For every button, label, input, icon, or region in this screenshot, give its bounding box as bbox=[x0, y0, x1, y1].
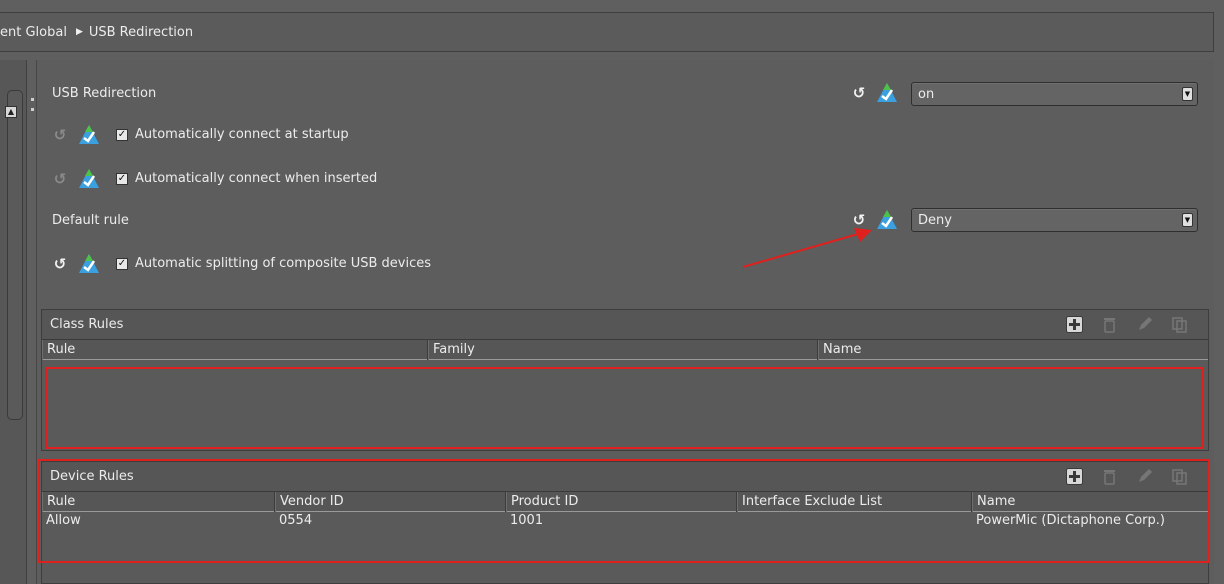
copy-icon bbox=[1172, 317, 1187, 333]
class-rules-column-headers: Rule Family Name bbox=[42, 340, 1208, 360]
default-rule-select[interactable]: Deny ▼ bbox=[911, 208, 1198, 232]
trash-icon bbox=[1104, 318, 1115, 333]
column-header-family[interactable]: Family bbox=[428, 340, 818, 360]
column-header-name[interactable]: Name bbox=[818, 340, 1206, 360]
inherit-arrow-icon[interactable] bbox=[78, 253, 100, 275]
breadcrumb-current: USB Redirection bbox=[88, 24, 194, 40]
splitter-handle-dot[interactable] bbox=[31, 98, 34, 101]
auto-connect-inserted-checkbox[interactable]: ✓ bbox=[116, 173, 128, 185]
auto-split-composite-label: Automatic splitting of composite USB dev… bbox=[135, 256, 432, 271]
reset-icon: ↺ bbox=[53, 170, 67, 188]
class-rules-title: Class Rules bbox=[50, 317, 124, 332]
usb-redirection-label: USB Redirection bbox=[52, 86, 157, 101]
annotation-highlight-box bbox=[45, 367, 1203, 449]
annotation-highlight-box bbox=[38, 459, 1210, 563]
inherit-arrow-icon[interactable] bbox=[78, 124, 100, 146]
inherit-arrow-icon[interactable] bbox=[876, 82, 898, 104]
pencil-icon bbox=[1139, 317, 1152, 330]
auto-connect-startup-checkbox[interactable]: ✓ bbox=[116, 129, 128, 141]
column-header-rule[interactable]: Rule bbox=[42, 340, 428, 360]
auto-split-composite-checkbox[interactable]: ✓ bbox=[116, 258, 128, 270]
usb-redirection-value: on bbox=[918, 86, 935, 102]
breadcrumb-parent[interactable]: ent Global bbox=[0, 25, 67, 40]
reset-icon: ↺ bbox=[53, 126, 67, 144]
usb-redirection-select[interactable]: on ▼ bbox=[911, 82, 1198, 106]
left-pane-scrollbar[interactable] bbox=[7, 90, 23, 420]
class-rules-toolbar bbox=[1066, 316, 1188, 333]
default-rule-value: Deny bbox=[918, 212, 952, 228]
auto-connect-inserted-label: Automatically connect when inserted bbox=[135, 171, 378, 186]
chevron-down-icon: ▼ bbox=[1182, 213, 1193, 227]
breadcrumb: ent Global ▶ USB Redirection bbox=[0, 12, 1214, 52]
auto-connect-startup-label: Automatically connect at startup bbox=[135, 127, 349, 142]
chevron-down-icon: ▼ bbox=[1182, 87, 1193, 101]
default-rule-label: Default rule bbox=[52, 213, 129, 228]
class-rules-header: Class Rules bbox=[42, 310, 1208, 340]
inherit-arrow-icon[interactable] bbox=[78, 168, 100, 190]
class-rules-group: Class Rules Rule Family Name bbox=[41, 309, 1209, 451]
scroll-up-arrow-icon[interactable]: ▲ bbox=[5, 106, 17, 118]
splitter-handle-dot[interactable] bbox=[31, 108, 34, 111]
add-icon[interactable] bbox=[1066, 316, 1083, 333]
breadcrumb-separator-icon: ▶ bbox=[75, 27, 83, 37]
annotation-arrow bbox=[742, 228, 872, 268]
reset-icon[interactable]: ↺ bbox=[851, 85, 867, 101]
reset-icon[interactable]: ↺ bbox=[52, 256, 68, 272]
